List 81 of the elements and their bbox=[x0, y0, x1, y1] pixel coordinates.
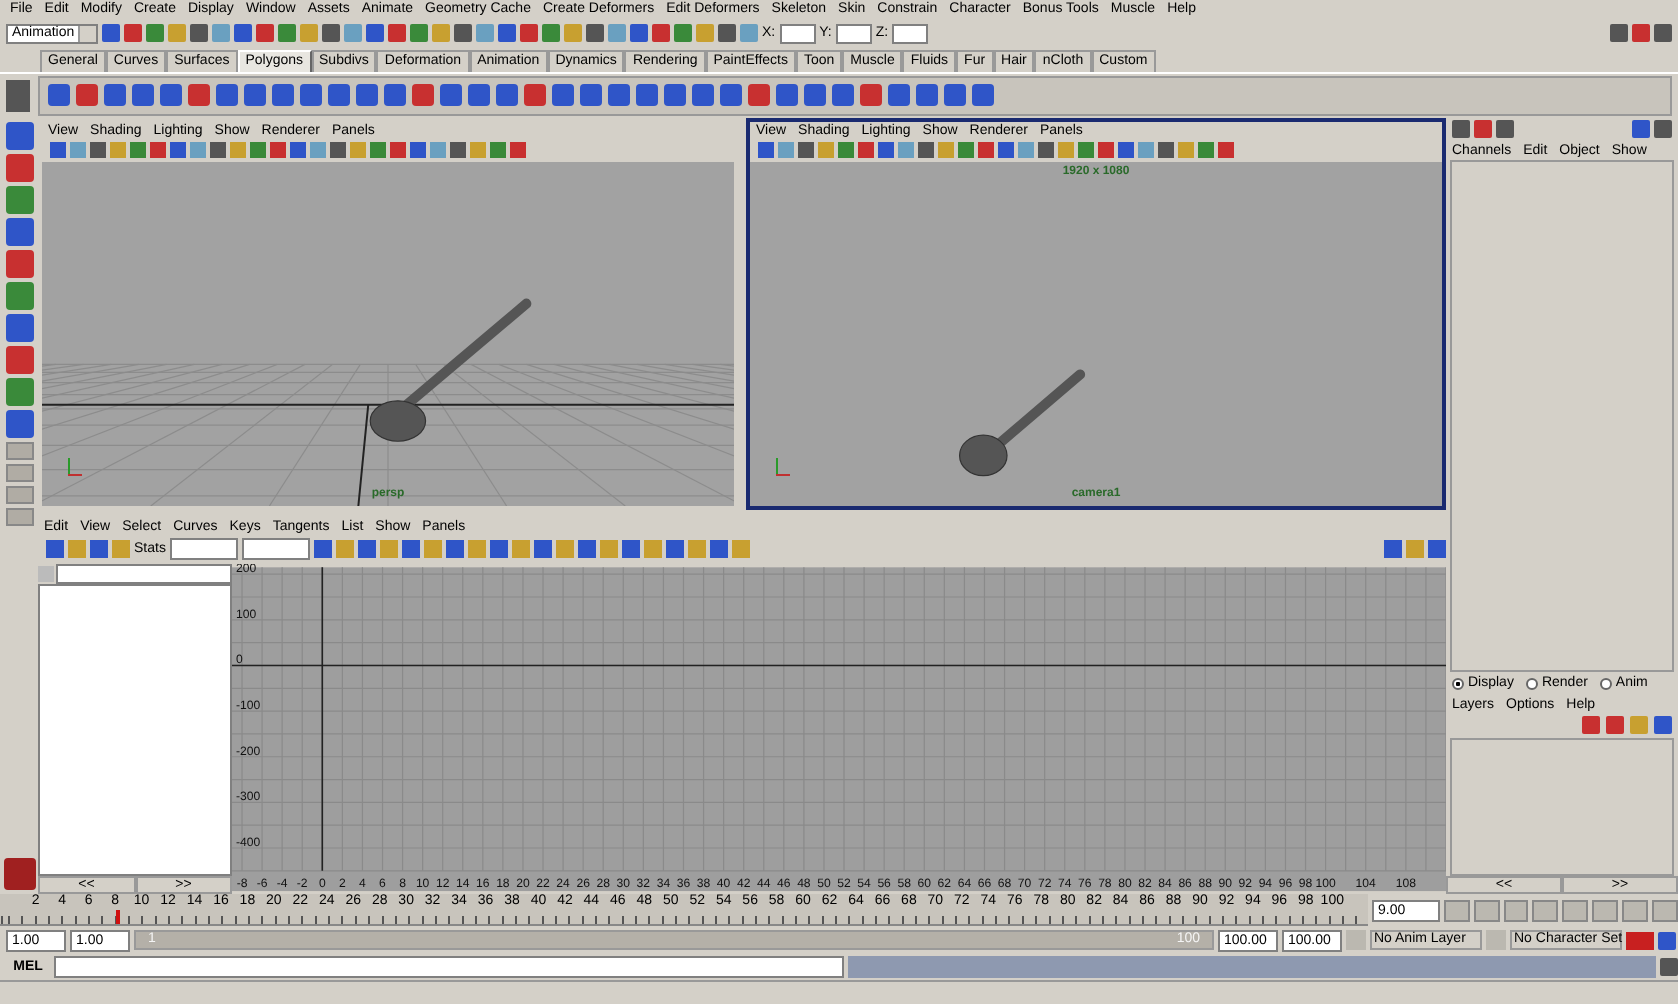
shelf-icon[interactable] bbox=[888, 84, 910, 107]
tool-icon[interactable] bbox=[5, 249, 33, 278]
playback-button[interactable] bbox=[1622, 899, 1649, 922]
tool-icon[interactable] bbox=[5, 185, 33, 214]
shelf-icon[interactable] bbox=[328, 84, 350, 107]
shelf-icon[interactable] bbox=[776, 84, 798, 107]
outliner-list[interactable] bbox=[38, 583, 232, 877]
current-frame-marker[interactable] bbox=[116, 910, 121, 925]
shelf-icon[interactable] bbox=[188, 84, 210, 107]
shelf-icon[interactable] bbox=[664, 84, 686, 107]
key-icon[interactable] bbox=[1626, 931, 1654, 950]
shelf-icon[interactable] bbox=[832, 84, 854, 107]
tool-icon[interactable] bbox=[5, 377, 33, 406]
layout-icon[interactable] bbox=[5, 463, 33, 482]
shelf-icon[interactable] bbox=[608, 84, 630, 107]
shelf-icon[interactable] bbox=[748, 84, 770, 107]
tool-icon[interactable] bbox=[5, 153, 33, 182]
radio-icon[interactable] bbox=[1525, 677, 1538, 690]
radio-icon[interactable] bbox=[1452, 677, 1464, 690]
z-field[interactable] bbox=[892, 23, 929, 44]
layer-list[interactable] bbox=[1450, 737, 1674, 877]
tool-icon[interactable] bbox=[5, 409, 33, 438]
playback-button[interactable] bbox=[1532, 899, 1559, 922]
playback-button[interactable] bbox=[1503, 899, 1529, 922]
tool-icon[interactable] bbox=[5, 217, 33, 246]
shelf-icon[interactable] bbox=[860, 84, 882, 107]
script-editor-icon[interactable] bbox=[1660, 958, 1678, 977]
shelf-icon[interactable] bbox=[580, 84, 602, 107]
shelf-icon[interactable] bbox=[244, 84, 266, 107]
shelf-icon[interactable] bbox=[216, 84, 238, 107]
channel-box-icon[interactable] bbox=[1496, 120, 1514, 139]
playback-button[interactable] bbox=[1652, 899, 1678, 922]
shelf-icon[interactable] bbox=[104, 84, 126, 107]
shelf-icon[interactable] bbox=[468, 84, 490, 107]
preferences-icon[interactable] bbox=[1658, 931, 1676, 950]
shelf-icon[interactable] bbox=[720, 84, 742, 107]
shelf-icon[interactable] bbox=[496, 84, 518, 107]
y-field[interactable] bbox=[835, 23, 872, 44]
shelf-icon[interactable] bbox=[356, 84, 378, 107]
shelf-icon[interactable] bbox=[384, 84, 406, 107]
tool-icon[interactable] bbox=[5, 281, 33, 310]
shelf-icon[interactable] bbox=[300, 84, 322, 107]
playback-button[interactable] bbox=[1473, 899, 1500, 922]
playback-button[interactable] bbox=[1592, 899, 1619, 922]
shelf-icon[interactable] bbox=[272, 84, 294, 107]
stats-field[interactable] bbox=[169, 538, 238, 561]
layout-icon[interactable] bbox=[5, 441, 33, 460]
shelf-icon[interactable] bbox=[160, 84, 182, 107]
tool-icon[interactable] bbox=[5, 345, 33, 374]
tool-icon[interactable] bbox=[5, 121, 33, 150]
layout-icon[interactable] bbox=[5, 507, 33, 526]
channel-box-icon[interactable] bbox=[1474, 120, 1492, 139]
shelf-icon[interactable] bbox=[972, 84, 994, 107]
command-input[interactable] bbox=[54, 956, 844, 979]
shelf-icon[interactable] bbox=[48, 84, 70, 107]
axis-gizmo-icon bbox=[774, 457, 790, 478]
shelf-icon[interactable] bbox=[692, 84, 714, 107]
shelf-menu-icon[interactable] bbox=[6, 79, 30, 112]
logo-icon bbox=[3, 858, 35, 891]
shelf-icon[interactable] bbox=[524, 84, 546, 107]
playback-button[interactable] bbox=[1443, 899, 1470, 922]
stats-field[interactable] bbox=[241, 538, 310, 561]
shelf-icon[interactable] bbox=[132, 84, 154, 107]
filter-field[interactable] bbox=[56, 563, 232, 584]
shelf-icon[interactable] bbox=[636, 84, 658, 107]
shelf-icon[interactable] bbox=[440, 84, 462, 107]
axis-gizmo-icon bbox=[66, 457, 82, 478]
channel-box-icon[interactable] bbox=[1452, 120, 1470, 139]
x-field[interactable] bbox=[779, 23, 816, 44]
shelf-icon[interactable] bbox=[412, 84, 434, 107]
playback-button[interactable] bbox=[1562, 899, 1589, 922]
shelf-icon[interactable] bbox=[916, 84, 938, 107]
tool-icon[interactable] bbox=[5, 313, 33, 342]
layout-icon[interactable] bbox=[5, 485, 33, 504]
shelf-icon[interactable] bbox=[804, 84, 826, 107]
shelf-icon[interactable] bbox=[944, 84, 966, 107]
shelf-icon[interactable] bbox=[76, 84, 98, 107]
model-drawing bbox=[959, 369, 1086, 476]
radio-icon[interactable] bbox=[1599, 677, 1612, 690]
shelf-icon[interactable] bbox=[552, 84, 574, 107]
filter-toggle-icon[interactable] bbox=[38, 565, 54, 582]
